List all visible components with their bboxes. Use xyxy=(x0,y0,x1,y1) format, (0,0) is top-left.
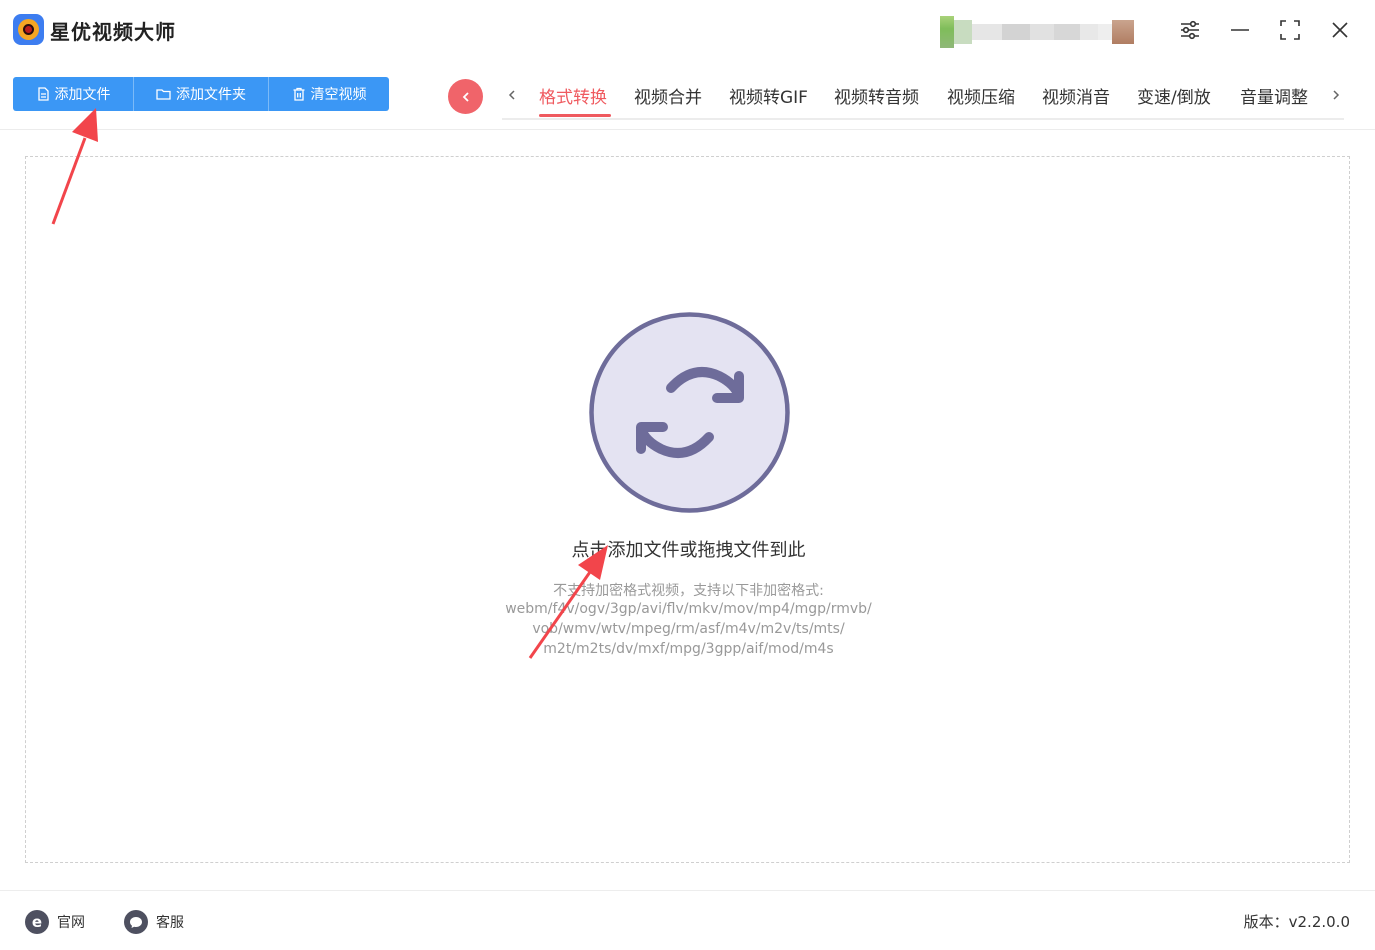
folder-icon xyxy=(156,89,171,100)
chat-bubble-icon xyxy=(124,910,148,934)
tab-speed-reverse[interactable]: 变速/倒放 xyxy=(1137,83,1211,108)
browser-e-icon: e xyxy=(25,910,49,934)
maximize-icon[interactable] xyxy=(1275,15,1305,45)
add-folder-button[interactable]: 添加文件夹 xyxy=(133,77,268,111)
feature-tabs: 格式转换 视频合并 视频转GIF 视频转音频 视频压缩 视频消音 变速/倒放 音… xyxy=(502,70,1344,120)
tab-volume-adjust[interactable]: 音量调整 xyxy=(1240,83,1308,108)
convert-refresh-icon xyxy=(589,312,790,513)
close-icon[interactable] xyxy=(1325,15,1355,45)
website-link[interactable]: e 官网 xyxy=(25,910,85,934)
app-title: 星优视频大师 xyxy=(50,20,176,44)
clear-video-label: 清空视频 xyxy=(310,87,367,103)
footer-bar: e 官网 客服 版本：v2.2.0.0 xyxy=(0,890,1375,950)
tab-video-compress[interactable]: 视频压缩 xyxy=(947,83,1015,108)
title-bar: 星优视频大师 xyxy=(0,0,1375,62)
drop-zone-formats: webm/f4v/ogv/3gp/avi/flv/mkv/mov/mp4/mgp… xyxy=(505,601,872,617)
trash-icon xyxy=(293,87,304,101)
tab-video-to-audio[interactable]: 视频转音频 xyxy=(834,83,919,108)
file-icon xyxy=(37,87,49,101)
chevron-left-icon xyxy=(462,91,469,102)
website-label: 官网 xyxy=(57,915,85,931)
clear-video-button[interactable]: 清空视频 xyxy=(268,77,389,111)
active-tab-indicator xyxy=(539,114,611,117)
tab-video-mute[interactable]: 视频消音 xyxy=(1042,83,1110,108)
support-link[interactable]: 客服 xyxy=(124,910,184,934)
drop-zone-formats: vob/wmv/wtv/mpeg/rm/asf/m4v/m2v/ts/mts/ xyxy=(532,621,845,637)
version-label: 版本：v2.2.0.0 xyxy=(1243,913,1350,931)
drop-zone-title: 点击添加文件或拖拽文件到此 xyxy=(571,540,806,561)
settings-sliders-icon[interactable] xyxy=(1175,15,1205,45)
minimize-icon[interactable] xyxy=(1225,15,1255,45)
support-label: 客服 xyxy=(156,915,184,931)
chevron-left-icon xyxy=(508,90,515,100)
collapse-back-button[interactable] xyxy=(448,79,483,114)
tab-video-to-gif[interactable]: 视频转GIF xyxy=(729,83,808,108)
drop-zone-hint: 不支持加密格式视频，支持以下非加密格式: xyxy=(553,583,824,599)
user-avatar[interactable] xyxy=(940,16,1154,48)
file-button-group: 添加文件 添加文件夹 清空视频 xyxy=(13,77,389,111)
chevron-right-icon xyxy=(1333,90,1340,100)
drop-zone-formats: m2t/m2ts/dv/mxf/mpg/3gpp/aif/mod/m4s xyxy=(543,641,834,657)
tab-video-merge[interactable]: 视频合并 xyxy=(634,83,702,108)
app-logo-icon xyxy=(13,14,44,45)
add-file-label: 添加文件 xyxy=(54,87,111,103)
add-file-button[interactable]: 添加文件 xyxy=(13,77,133,111)
file-drop-zone[interactable]: 点击添加文件或拖拽文件到此 不支持加密格式视频，支持以下非加密格式: webm/… xyxy=(25,156,1350,863)
tab-scroll-right-button[interactable] xyxy=(1326,84,1346,106)
tab-format-convert[interactable]: 格式转换 xyxy=(539,83,607,108)
tab-scroll-left-button[interactable] xyxy=(502,84,522,106)
add-folder-label: 添加文件夹 xyxy=(176,87,246,103)
